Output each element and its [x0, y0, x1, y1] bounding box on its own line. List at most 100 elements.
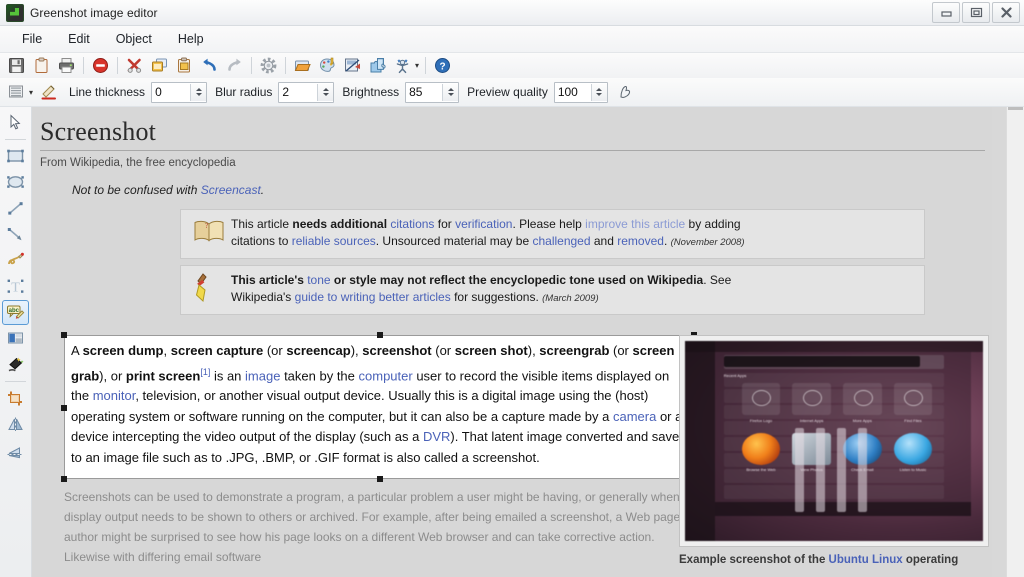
dash-tile[interactable] [893, 383, 933, 415]
help-icon[interactable]: ? [430, 54, 455, 77]
link[interactable]: improve this article [585, 217, 685, 231]
unity-launcher [685, 341, 715, 541]
blur-radius-value[interactable]: 2 [279, 84, 317, 101]
link[interactable]: reliable sources [292, 234, 376, 248]
selection-handle[interactable] [61, 476, 67, 482]
tool-line[interactable] [2, 196, 29, 221]
vertical-scrollbar[interactable] [1006, 107, 1024, 577]
tool-highlight[interactable] [2, 326, 29, 351]
selection-handle[interactable] [61, 332, 67, 338]
folder-open-icon[interactable] [290, 54, 315, 77]
selection-handle[interactable] [377, 476, 383, 482]
minimize-button[interactable] [932, 2, 960, 23]
tool-freehand[interactable] [2, 248, 29, 273]
link[interactable]: tone [307, 273, 330, 287]
link[interactable]: DVR [423, 429, 450, 444]
citation-ref[interactable]: [1] [200, 367, 210, 377]
person-star-icon[interactable] [390, 54, 415, 77]
preview-quality-value[interactable]: 100 [555, 84, 591, 101]
undo-icon[interactable] [197, 54, 222, 77]
line-thickness-label: Line thickness [69, 85, 146, 99]
t: screencap [286, 343, 351, 358]
dash-tile[interactable] [741, 383, 781, 415]
drop-shadow-icon[interactable] [613, 81, 638, 104]
menu-file[interactable]: File [10, 29, 54, 49]
save-button[interactable] [4, 54, 29, 77]
dash-tile[interactable] [842, 383, 882, 415]
t: screen dump [82, 343, 164, 358]
dash-tile[interactable] [792, 383, 831, 415]
tool-crop[interactable] [2, 386, 29, 411]
tool-speech-bubble[interactable]: abc [2, 300, 29, 325]
dash-lens-icon[interactable] [795, 428, 805, 512]
dash-lens-icon[interactable] [816, 428, 826, 512]
scissors-icon[interactable] [122, 54, 147, 77]
print-button[interactable] [54, 54, 79, 77]
line-thickness-value[interactable]: 0 [152, 84, 190, 101]
firefox-icon[interactable] [741, 433, 781, 465]
delete-icon[interactable] [88, 54, 113, 77]
maximize-button[interactable] [962, 2, 990, 23]
link[interactable]: computer [359, 368, 413, 383]
tool-rectangle[interactable] [2, 144, 29, 169]
brightness-arrows[interactable] [442, 83, 459, 101]
link[interactable]: guide to writing better articles [295, 290, 451, 304]
blur-radius-stepper[interactable]: 2 [278, 81, 335, 103]
close-button[interactable] [992, 2, 1020, 23]
gear-icon[interactable] [256, 54, 281, 77]
brightness-label: Brightness [342, 85, 400, 99]
blur-radius-arrows[interactable] [317, 83, 334, 101]
preview-quality-stepper[interactable]: 100 [553, 81, 608, 103]
tool-ellipse[interactable] [2, 170, 29, 195]
open-book-icon: ? [187, 216, 231, 245]
copy-icon[interactable] [147, 54, 172, 77]
article-figure[interactable]: Recent Apps Firefox Logo Internet Apps M… [679, 335, 989, 547]
ubuntu-unity-dash-screenshot: Recent Apps Firefox Logo Internet Apps M… [685, 341, 983, 541]
preview-quality-arrows[interactable] [590, 83, 607, 101]
tool-flip-vertical[interactable] [2, 438, 29, 463]
tool-select[interactable] [2, 110, 29, 135]
destinations-dropdown-caret[interactable]: ▾ [415, 61, 419, 70]
tool-text[interactable]: T [2, 274, 29, 299]
selection-handle[interactable] [61, 405, 67, 411]
menu-help[interactable]: Help [166, 29, 216, 49]
selection-handle[interactable] [377, 332, 383, 338]
menu-edit[interactable]: Edit [56, 29, 102, 49]
music-icon[interactable] [893, 433, 933, 465]
blur-radius-label: Blur radius [215, 85, 273, 99]
link[interactable]: challenged [532, 234, 590, 248]
puzzle-icon[interactable] [365, 54, 390, 77]
brightness-stepper[interactable]: 85 [405, 81, 460, 103]
fill-color-caret[interactable]: ▾ [29, 88, 33, 97]
redo-icon[interactable] [222, 54, 247, 77]
line-thickness-arrows[interactable] [190, 83, 207, 101]
brightness-value[interactable]: 85 [406, 84, 442, 101]
tool-arrow[interactable] [2, 222, 29, 247]
dash-lens-icon[interactable] [836, 428, 846, 512]
line-color-icon[interactable] [36, 81, 61, 104]
tool-flip-horizontal[interactable] [2, 412, 29, 437]
image-canvas[interactable]: Screenshot From Wikipedia, the free ency… [32, 107, 1024, 577]
link[interactable]: camera [613, 409, 656, 424]
clipboard-icon[interactable] [29, 54, 54, 77]
link[interactable]: verification [455, 217, 512, 231]
export-icon[interactable] [340, 54, 365, 77]
line-thickness-stepper[interactable]: 0 [151, 81, 208, 103]
palette-icon[interactable] [315, 54, 340, 77]
link[interactable]: monitor [93, 388, 136, 403]
selected-text-object[interactable]: A screen dump, screen capture (or screen… [61, 332, 697, 482]
caption-link[interactable]: Ubuntu Linux [829, 554, 903, 566]
fill-color-icon[interactable] [3, 81, 28, 104]
link[interactable]: removed [617, 234, 664, 248]
menu-object[interactable]: Object [104, 29, 164, 49]
dash-search-input[interactable] [723, 356, 921, 367]
dash-lens-icon[interactable] [857, 428, 867, 512]
link[interactable]: image [245, 368, 280, 383]
scrollbar-thumb[interactable] [1008, 107, 1023, 110]
tool-obfuscate[interactable] [2, 352, 29, 377]
editor-body: T abc Screenshot From Wikipedia, the fre… [0, 107, 1024, 577]
paste-icon[interactable] [172, 54, 197, 77]
title-bar: Greenshot image editor [0, 0, 1024, 26]
hatnote-link[interactable]: Screencast [201, 183, 261, 197]
link[interactable]: citations [390, 217, 434, 231]
